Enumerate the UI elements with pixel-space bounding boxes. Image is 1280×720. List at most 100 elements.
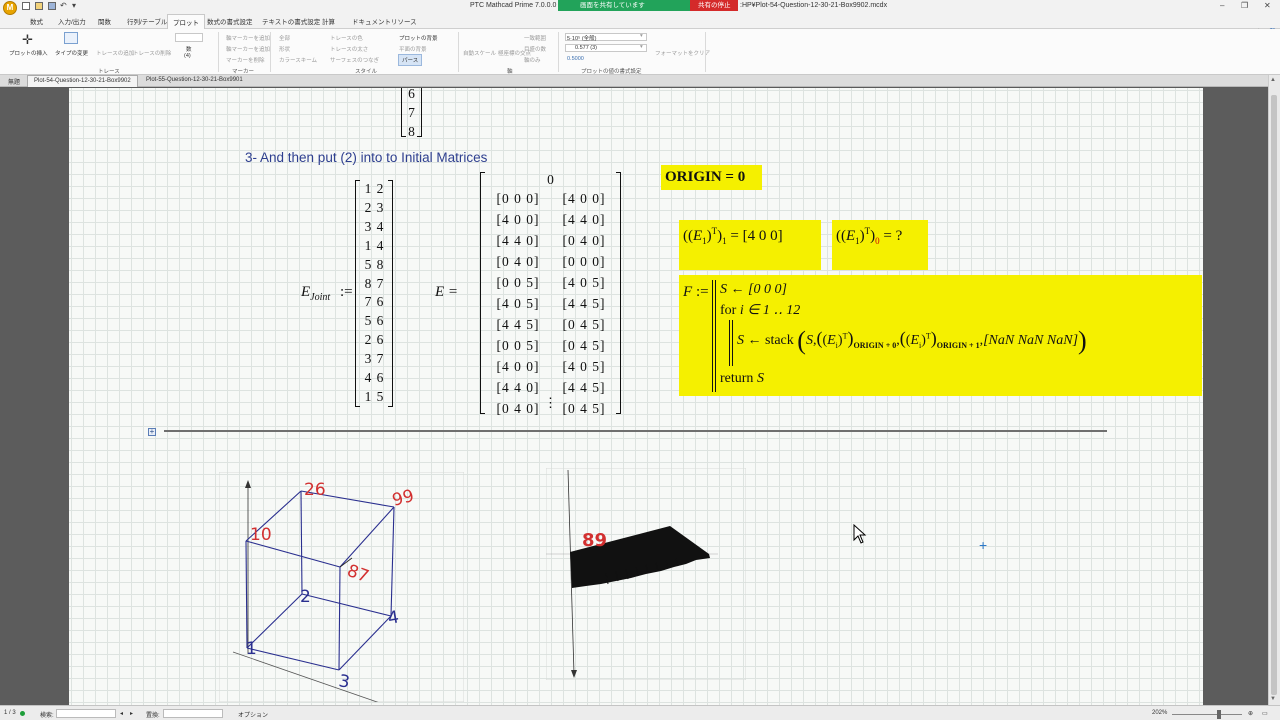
nested-matrix-column-1[interactable]: [4 0 0] [4 4 0] [0 4 0] [0 0 0] [4 0 5] [4 4 … — [553, 188, 615, 419]
vertex-label: 1 — [246, 639, 257, 659]
doc-tab-plot-54[interactable]: Plot-54-Question-12-30-21-Box9902 — [27, 75, 138, 87]
insert-plot-button[interactable]: プロットの挿入 — [9, 49, 48, 57]
doc-tab-untitled[interactable]: 無題 — [8, 77, 20, 86]
perspective-toggle[interactable]: パース — [398, 54, 423, 66]
fit-page-icon[interactable]: ▭ — [1262, 710, 1268, 717]
marker-item-1[interactable]: 軸マーカーを追加 — [226, 34, 270, 42]
nested-matrix-cell: [0 0 0] — [496, 191, 540, 206]
style-item-2[interactable]: 形状 — [279, 45, 290, 53]
section-heading[interactable]: 3- And then put (2) into to Initial Matr… — [245, 150, 487, 165]
vertex-label: 26 — [304, 480, 326, 500]
tab-text-formatting[interactable]: テキストの書式設定 — [262, 16, 320, 26]
nested-matrix-cell: [4 0 0] — [562, 191, 606, 206]
chevron-down-icon[interactable]: ▾ — [640, 44, 643, 50]
surface-join-item[interactable]: サーフェスのつなぎ — [330, 56, 379, 64]
trace-count-input[interactable] — [175, 33, 203, 42]
nested-matrix-cell: [0 4 0] — [562, 233, 606, 248]
program-line-for: for i ∈ 1 ‥ 12 — [720, 303, 801, 318]
search-next-icon[interactable]: ▸ — [130, 710, 133, 717]
cube-3d-plot[interactable]: 26 99 10 87 2 4 1 3 — [219, 472, 464, 702]
vertical-axis-arrow — [571, 670, 577, 678]
tab-functions[interactable]: 関数 — [98, 16, 111, 26]
tab-document[interactable]: ドキュメント — [352, 16, 391, 26]
change-plot-type-icon[interactable] — [64, 32, 78, 44]
nested-matrix-cell: [0 4 5] — [562, 317, 606, 332]
axis-only-item[interactable]: 軸のみ — [524, 56, 541, 64]
matrix-cell: 8 — [376, 256, 384, 272]
nested-matrix-cell: [4 0 0] — [496, 212, 540, 227]
change-type-button[interactable]: タイプの変更 — [55, 49, 88, 57]
plane-background-item[interactable]: 平面の背景 — [399, 45, 427, 53]
ejoint-matrix[interactable]: 122334145887765626374615 — [360, 180, 388, 407]
insert-plot-icon[interactable]: ✛ — [22, 32, 33, 48]
chevron-down-icon[interactable]: ▾ — [640, 33, 643, 39]
trace-weight-item[interactable]: トレースの太さ — [330, 45, 368, 53]
save-icon[interactable] — [48, 2, 56, 10]
remove-trace-button[interactable]: トレースの削除 — [133, 49, 171, 57]
minimize-icon[interactable]: – — [1220, 1, 1224, 10]
ribbon-separator — [705, 32, 706, 72]
scroll-up-icon[interactable]: ▲ — [1270, 77, 1276, 83]
scroll-down-icon[interactable]: ▼ — [1270, 696, 1276, 702]
expand-region-icon[interactable]: + — [148, 428, 156, 436]
nested-matrix-column-0[interactable]: [0 0 0] [4 0 0] [4 4 0] [0 4 0] [0 0 5] [4 0 … — [487, 188, 549, 419]
add-trace-button[interactable]: トレースの追加 — [96, 49, 134, 57]
new-file-icon[interactable] — [22, 2, 30, 10]
plot-background-item[interactable]: プロットの背景 — [399, 34, 438, 42]
status-bar: 1 / 3 検索: ◂ ▸ 置換: オプション 202% ⊕ ▭ — [0, 705, 1280, 720]
scrollbar-thumb[interactable] — [1271, 95, 1277, 695]
search-prev-icon[interactable]: ◂ — [120, 710, 123, 717]
tab-math-formatting[interactable]: 数式の書式設定 — [207, 16, 253, 26]
ejoint-label[interactable]: EJoint — [301, 284, 330, 303]
e-result-label[interactable]: E = — [435, 284, 458, 301]
tab-resources[interactable]: リソース — [391, 16, 417, 26]
replace-input[interactable] — [163, 709, 223, 718]
tick-count-item[interactable]: 目盛の数 — [524, 45, 546, 53]
ejoint-matrix-row: 12 — [360, 180, 388, 199]
nested-matrix-cell: [4 4 5] — [496, 317, 540, 332]
vertex-label: 10 — [250, 525, 272, 545]
page-indicator: 1 / 3 — [4, 710, 16, 716]
style-item-1[interactable]: 全部 — [279, 34, 290, 42]
open-folder-icon[interactable] — [35, 2, 43, 10]
area-separator-line[interactable] — [164, 430, 1107, 432]
zoom-slider-thumb[interactable] — [1217, 710, 1221, 719]
quick-access-dropdown-icon[interactable]: ▾ — [72, 1, 76, 10]
trace-color-item[interactable]: トレースの色 — [330, 34, 363, 42]
tab-math[interactable]: 数式 — [30, 16, 43, 26]
row-extract-unknown-expression: ((E1)T)0 = ? — [836, 226, 903, 246]
nested-matrix-header: 0 — [547, 172, 554, 187]
clear-format-button[interactable]: フォーマットをクリア — [655, 49, 710, 57]
zoom-slider[interactable] — [1172, 714, 1242, 715]
matrix-cell: 1 — [364, 181, 372, 196]
undo-icon[interactable]: ↶ — [60, 1, 67, 10]
match-range-item[interactable]: 一致範囲 — [524, 34, 546, 42]
search-input[interactable] — [56, 709, 116, 718]
restore-icon[interactable]: ❐ — [1241, 1, 1248, 10]
projection-3d-plot[interactable]: 89 — [546, 468, 746, 680]
stop-sharing-button[interactable]: 共有の停止 — [690, 0, 738, 11]
style-item-3[interactable]: カラースキーム — [279, 56, 317, 64]
worksheet[interactable]: 6 7 8 3- And then put (2) into to Initia… — [69, 88, 1203, 705]
tab-matrices-tables[interactable]: 行列/テーブル — [127, 16, 167, 26]
origin-expression: ORIGIN = 0 — [665, 169, 746, 185]
ribbon-separator — [270, 32, 271, 72]
autoscale-button[interactable]: 自動スケール — [463, 49, 496, 57]
tab-input-output[interactable]: 入力/出力 — [58, 16, 86, 26]
screen-share-banner: 画面を共有しています — [558, 0, 690, 11]
marker-item-3[interactable]: マーカーを削除 — [226, 56, 265, 64]
zoom-in-icon[interactable]: ⊕ — [1248, 710, 1253, 717]
nested-matrix-cell: [4 4 0] — [496, 233, 540, 248]
matrix-cell: 6 — [376, 370, 384, 386]
mathcad-logo-icon[interactable]: M — [3, 1, 17, 15]
doc-tab-plot-55[interactable]: Plot-55-Question-12-30-21-Box9901 — [146, 77, 243, 83]
marker-item-2[interactable]: 軸マーカーを追加 — [226, 45, 270, 53]
window-title: PTC Mathcad Prime 7.0.0.0 - [P — [470, 2, 570, 9]
tab-calculation[interactable]: 計算 — [322, 16, 335, 26]
mouse-pointer-icon — [853, 524, 867, 544]
options-button[interactable]: オプション — [238, 710, 268, 719]
ribbon-tabs: 数式 入力/出力 関数 行列/テーブル プロット 数式の書式設定 テキストの書式… — [0, 13, 1280, 38]
tab-plots[interactable]: プロット — [167, 14, 205, 29]
close-icon[interactable]: ✕ — [1264, 1, 1271, 10]
matrix-cell: 7 — [376, 351, 384, 367]
